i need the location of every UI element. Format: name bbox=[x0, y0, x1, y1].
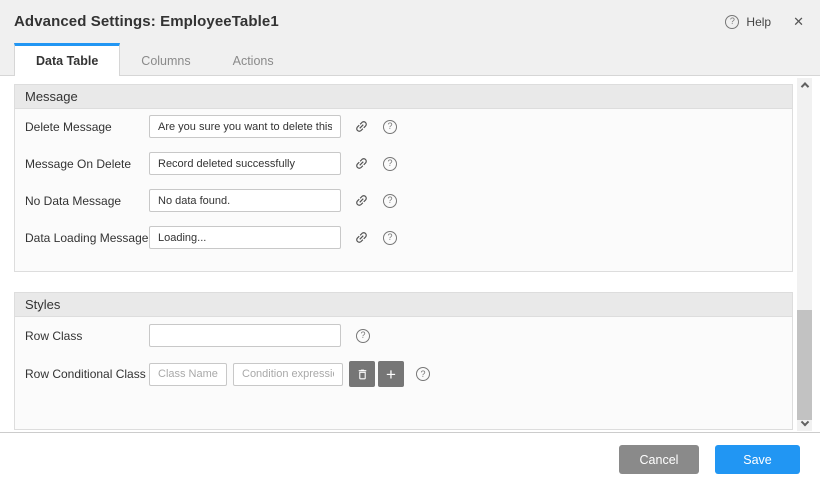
vertical-scrollbar[interactable] bbox=[797, 78, 812, 431]
tab-columns[interactable]: Columns bbox=[120, 43, 211, 76]
row-conditional-class-label: Row Conditional Class bbox=[25, 367, 149, 381]
add-condition-button[interactable]: + bbox=[378, 361, 404, 387]
row-class-label: Row Class bbox=[25, 329, 149, 343]
section-styles-body: Row Class ? Row Conditional Class + ? bbox=[15, 317, 792, 429]
plus-icon: + bbox=[386, 366, 396, 383]
section-message: Message Delete Message ? Message On Dele… bbox=[14, 84, 793, 272]
close-icon[interactable]: ✕ bbox=[793, 15, 804, 28]
trash-icon bbox=[356, 368, 369, 381]
message-on-delete-input[interactable] bbox=[149, 152, 341, 175]
header-actions: ? Help ✕ bbox=[725, 15, 804, 29]
delete-message-label: Delete Message bbox=[25, 120, 149, 134]
class-name-input[interactable] bbox=[149, 363, 227, 386]
help-icon[interactable]: ? bbox=[725, 15, 739, 29]
tab-bar: Data Table Columns Actions bbox=[0, 43, 820, 76]
field-row-row-conditional-class: Row Conditional Class + ? bbox=[25, 361, 792, 387]
section-message-body: Delete Message ? Message On Delete ? bbox=[15, 109, 792, 271]
data-loading-message-input[interactable] bbox=[149, 226, 341, 249]
section-styles: Styles Row Class ? Row Conditional Class bbox=[14, 292, 793, 430]
save-button[interactable]: Save bbox=[715, 445, 800, 474]
bind-link-icon[interactable] bbox=[354, 230, 369, 245]
tab-content: Message Delete Message ? Message On Dele… bbox=[0, 76, 820, 433]
row-class-input[interactable] bbox=[149, 324, 341, 347]
advanced-settings-dialog: Advanced Settings: EmployeeTable1 ? Help… bbox=[0, 0, 820, 486]
condition-expression-input[interactable] bbox=[233, 363, 343, 386]
no-data-message-input[interactable] bbox=[149, 189, 341, 212]
dialog-footer: Cancel Save bbox=[0, 433, 820, 486]
tab-actions[interactable]: Actions bbox=[212, 43, 295, 76]
cancel-button[interactable]: Cancel bbox=[619, 445, 699, 474]
scroll-down-arrow-icon[interactable] bbox=[797, 418, 812, 431]
section-styles-title: Styles bbox=[15, 293, 792, 317]
field-row-delete-message: Delete Message ? bbox=[25, 115, 792, 138]
dialog-title: Advanced Settings: EmployeeTable1 bbox=[14, 13, 279, 30]
field-row-data-loading-message: Data Loading Message ? bbox=[25, 226, 792, 249]
message-on-delete-label: Message On Delete bbox=[25, 157, 149, 171]
help-icon[interactable]: ? bbox=[356, 329, 370, 343]
scroll-up-arrow-icon[interactable] bbox=[797, 78, 812, 91]
field-row-row-class: Row Class ? bbox=[25, 324, 792, 347]
bind-link-icon[interactable] bbox=[354, 119, 369, 134]
delete-condition-button[interactable] bbox=[349, 361, 375, 387]
help-icon[interactable]: ? bbox=[416, 367, 430, 381]
tab-data-table[interactable]: Data Table bbox=[14, 43, 120, 76]
bind-link-icon[interactable] bbox=[354, 156, 369, 171]
dialog-header: Advanced Settings: EmployeeTable1 ? Help… bbox=[0, 0, 820, 43]
field-row-message-on-delete: Message On Delete ? bbox=[25, 152, 792, 175]
scrollbar-thumb[interactable] bbox=[797, 310, 812, 420]
field-row-no-data-message: No Data Message ? bbox=[25, 189, 792, 212]
help-icon[interactable]: ? bbox=[383, 157, 397, 171]
help-icon[interactable]: ? bbox=[383, 194, 397, 208]
no-data-message-label: No Data Message bbox=[25, 194, 149, 208]
section-message-title: Message bbox=[15, 85, 792, 109]
bind-link-icon[interactable] bbox=[354, 193, 369, 208]
help-link[interactable]: Help bbox=[746, 15, 771, 29]
help-icon[interactable]: ? bbox=[383, 120, 397, 134]
help-icon[interactable]: ? bbox=[383, 231, 397, 245]
data-loading-message-label: Data Loading Message bbox=[25, 231, 149, 245]
delete-message-input[interactable] bbox=[149, 115, 341, 138]
